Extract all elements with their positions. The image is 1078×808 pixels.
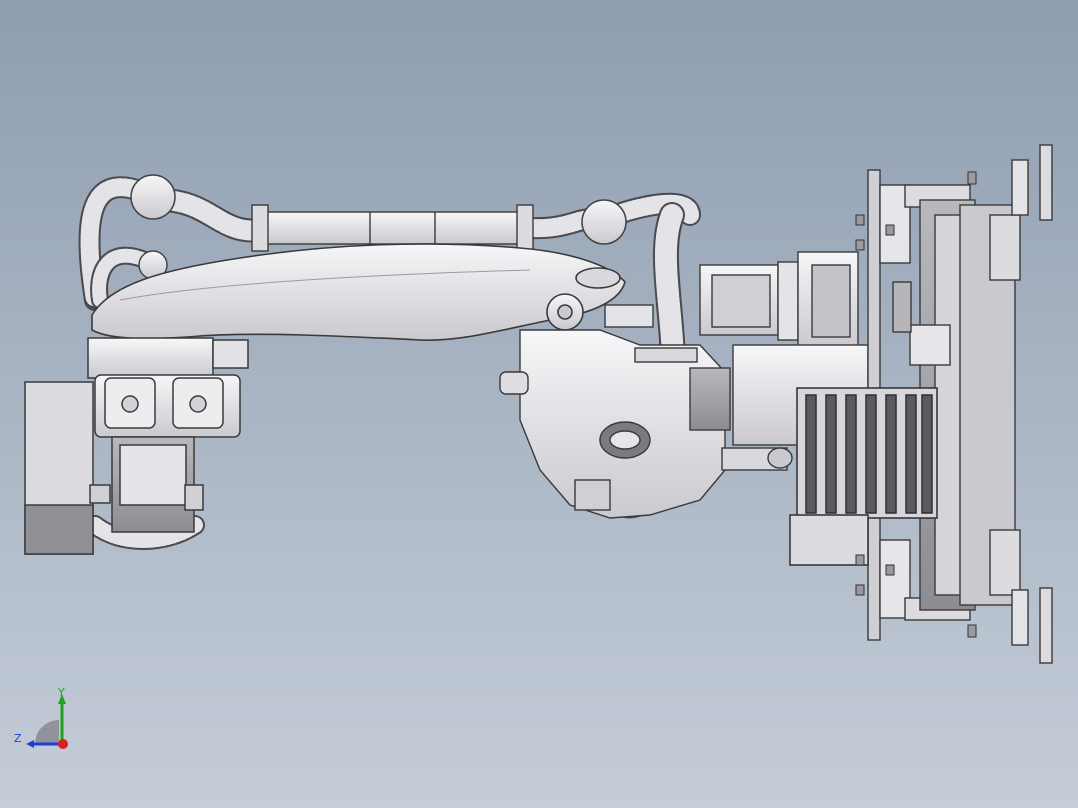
z-axis-arrowhead <box>26 740 34 748</box>
x-axis-dot <box>58 739 68 749</box>
y-axis-label: Y <box>57 686 65 699</box>
cable-chain <box>789 387 938 566</box>
robot-arm-model[interactable] <box>0 0 1078 808</box>
cad-graphics-viewport[interactable]: Y Z <box>0 0 1078 808</box>
main-arm <box>91 243 626 342</box>
z-axis-label: Z <box>14 732 22 745</box>
coordinate-triad: Y Z <box>14 686 68 749</box>
triad-quadrant <box>35 720 59 744</box>
robot-base <box>24 337 249 555</box>
